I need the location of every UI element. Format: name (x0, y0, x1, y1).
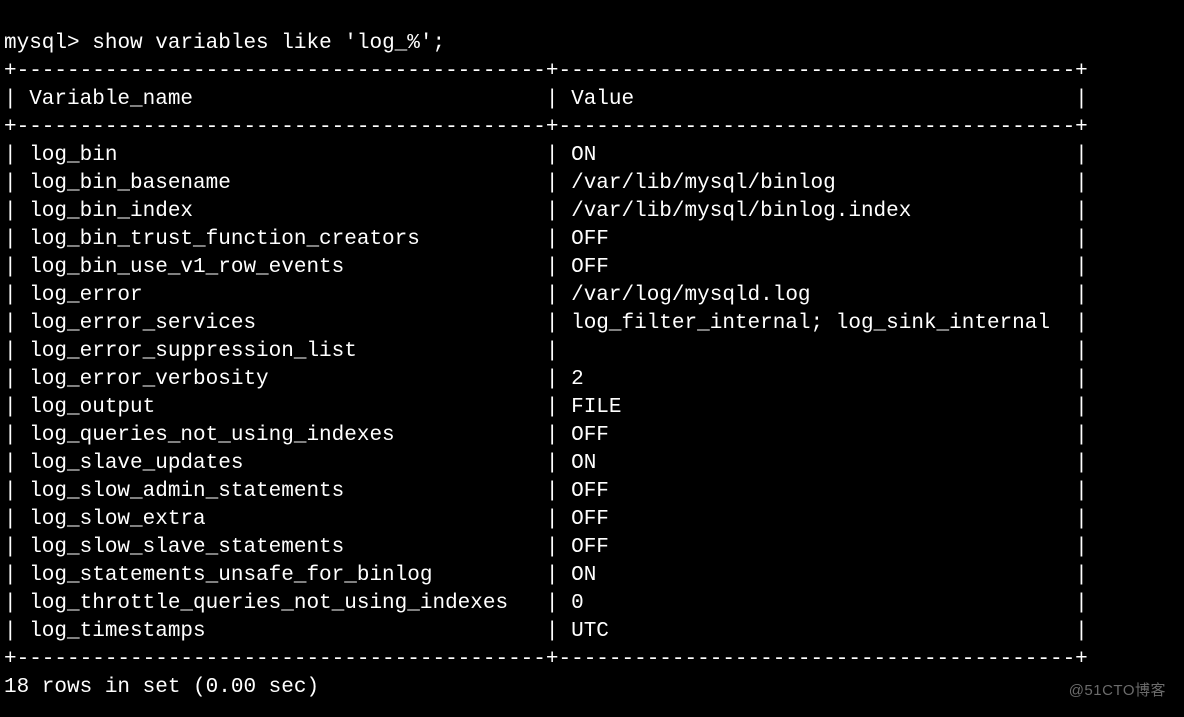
prompt-line: mysql> show variables like 'log_%'; (4, 32, 445, 55)
mysql-prompt: mysql> (4, 32, 80, 55)
watermark: @51CTO博客 (1069, 677, 1166, 705)
result-footer: 18 rows in set (0.00 sec) (4, 676, 319, 699)
terminal-output: mysql> show variables like 'log_%'; +---… (0, 0, 1184, 704)
table-header-row: | Variable_name | Value | (4, 88, 1088, 111)
sql-command: show variables like 'log_%'; (92, 32, 445, 55)
table-border-top: +---------------------------------------… (4, 60, 1088, 83)
table-border-mid: +---------------------------------------… (4, 116, 1088, 139)
table-body: | log_bin | ON | | log_bin_basename | /v… (4, 144, 1088, 643)
table-border-bottom: +---------------------------------------… (4, 648, 1088, 671)
